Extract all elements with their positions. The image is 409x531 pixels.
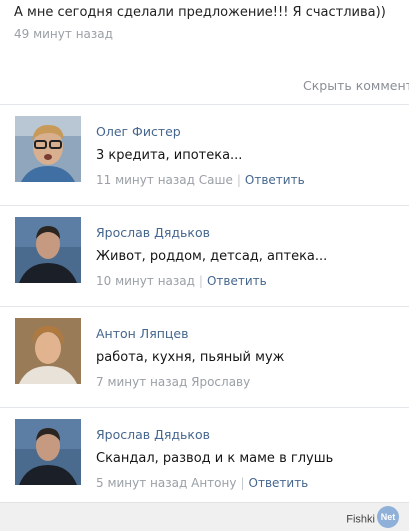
comment-time[interactable]: 10 минут назад xyxy=(96,274,195,288)
watermark-badge: Net xyxy=(377,506,399,528)
reply-to-name[interactable]: Саше xyxy=(199,173,233,187)
reply-button[interactable]: Ответить xyxy=(207,274,267,288)
avatar-photo-icon xyxy=(15,217,81,283)
avatar[interactable] xyxy=(15,419,81,485)
comment-text: Живот, роддом, детсад, аптека... xyxy=(96,249,328,264)
comment-meta: 5 минут назад Антону | Ответить xyxy=(96,476,401,490)
post-text: А мне сегодня сделали предложение!!! Я с… xyxy=(14,5,386,20)
post-time: 49 минут назад xyxy=(14,27,113,41)
comment-text: 3 кредита, ипотека... xyxy=(96,148,243,163)
avatar[interactable] xyxy=(15,318,81,384)
comment-meta: 11 минут назад Саше | Ответить xyxy=(96,173,401,187)
comment-meta: 10 минут назад | Ответить xyxy=(96,274,401,288)
comment-author[interactable]: Ярослав Дядьков xyxy=(96,225,401,241)
reply-button[interactable]: Ответить xyxy=(249,476,309,490)
comment-time[interactable]: 5 минут назад xyxy=(96,476,187,490)
reply-to-name[interactable]: Ярославу xyxy=(191,375,250,389)
avatar-photo-icon xyxy=(15,116,81,182)
separator: | xyxy=(240,476,245,490)
comment-list: Олег Фистер 3 кредита, ипотека... 11 мин… xyxy=(0,104,409,508)
hide-comments-link[interactable]: Скрыть комментарии xyxy=(303,78,409,93)
avatar-photo-icon xyxy=(15,419,81,485)
watermark-brand: Fishki xyxy=(346,513,375,526)
comment: Ярослав Дядьков Живот, роддом, детсад, а… xyxy=(0,205,409,306)
comment: Ярослав Дядьков Скандал, развод и к маме… xyxy=(0,407,409,508)
footer-bar: Fishki Net xyxy=(0,502,409,531)
separator: | xyxy=(198,274,203,288)
reply-to-name[interactable]: Антону xyxy=(191,476,236,490)
avatar[interactable] xyxy=(15,217,81,283)
comment-author[interactable]: Антон Ляпцев xyxy=(96,326,401,342)
separator: | xyxy=(236,173,241,187)
comment-time[interactable]: 11 минут назад xyxy=(96,173,195,187)
comment-text: Скандал, развод и к маме в глушь xyxy=(96,451,334,466)
avatar-photo-icon xyxy=(15,318,81,384)
comment: Антон Ляпцев работа, кухня, пьяный муж 7… xyxy=(0,306,409,407)
comment-time[interactable]: 7 минут назад xyxy=(96,375,187,389)
comment: Олег Фистер 3 кредита, ипотека... 11 мин… xyxy=(0,104,409,205)
post: А мне сегодня сделали предложение!!! Я с… xyxy=(14,4,409,41)
avatar[interactable] xyxy=(15,116,81,182)
watermark: Fishki Net xyxy=(346,506,399,528)
reply-button[interactable]: Ответить xyxy=(245,173,305,187)
comment-meta: 7 минут назад Ярославу xyxy=(96,375,401,389)
comment-text: работа, кухня, пьяный муж xyxy=(96,350,285,365)
comment-author[interactable]: Ярослав Дядьков xyxy=(96,427,401,443)
comment-author[interactable]: Олег Фистер xyxy=(96,124,401,140)
